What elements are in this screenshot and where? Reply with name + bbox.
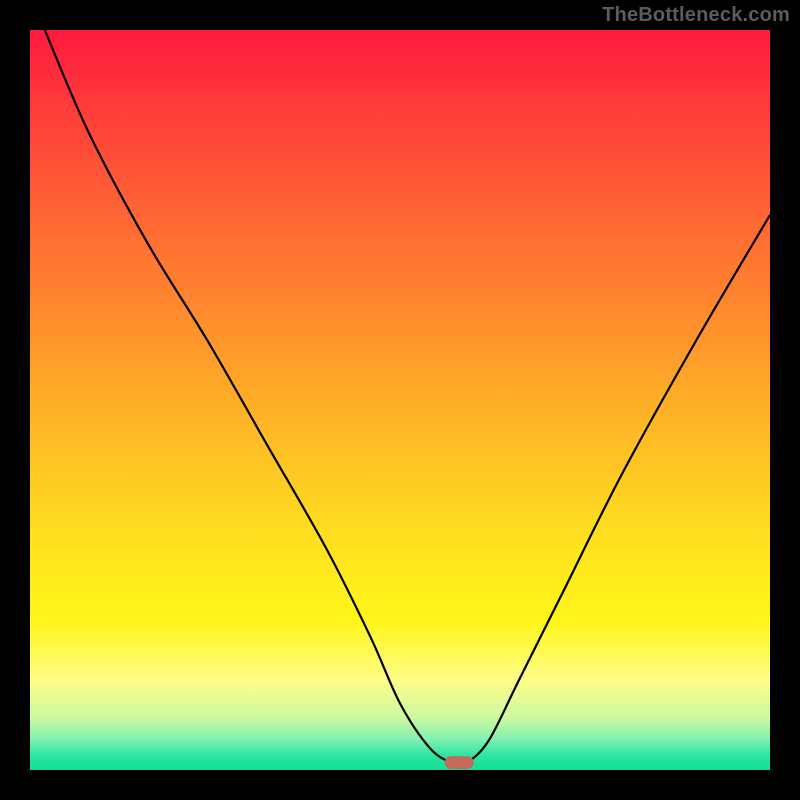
- sweet-spot-marker: [445, 757, 473, 769]
- curve-layer: [30, 30, 770, 770]
- bottleneck-curve: [45, 30, 770, 765]
- watermark-text: TheBottleneck.com: [602, 4, 790, 27]
- chart-frame: TheBottleneck.com: [0, 0, 800, 800]
- plot-area: [30, 30, 770, 770]
